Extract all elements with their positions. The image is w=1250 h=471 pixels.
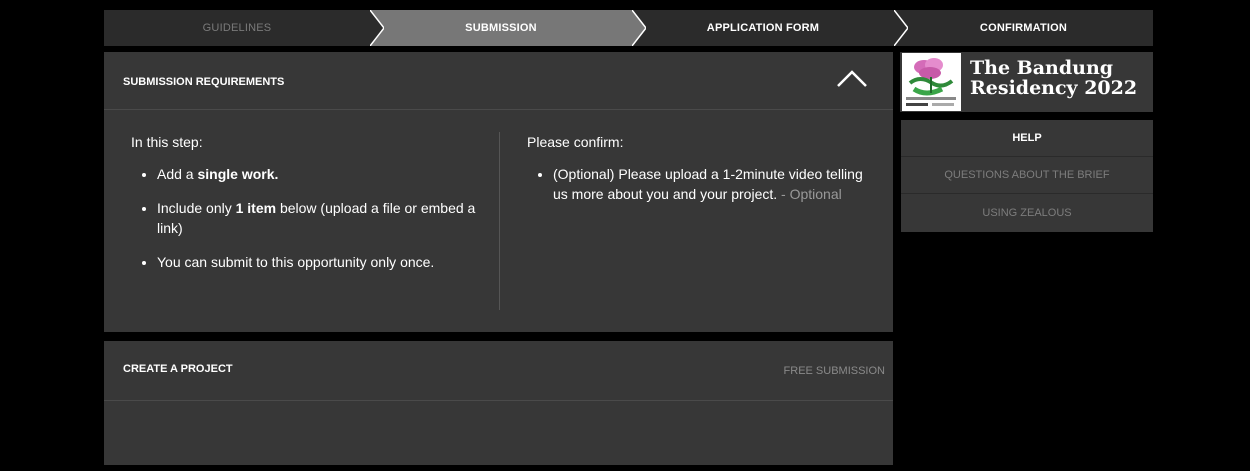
create-project-panel: CREATE A PROJECT FREE SUBMISSION [104,341,893,465]
step-label: GUIDELINES [202,22,272,34]
step-submission[interactable]: SUBMISSION [370,10,646,46]
step-separator-icon [370,10,384,46]
step-guidelines[interactable]: GUIDELINES [104,10,384,46]
help-heading: HELP [901,120,1153,157]
optional-tag: - Optional [777,186,842,202]
requirements-list: Add a single work. Include only 1 item b… [131,164,481,272]
free-submission-badge: FREE SUBMISSION [783,365,885,377]
list-item: You can submit to this opportunity only … [157,252,481,272]
progress-stepper: GUIDELINES SUBMISSION APPLICATION FORM C… [104,10,1153,46]
right-heading: Please confirm: [527,134,624,150]
help-link-using-zealous[interactable]: USING ZEALOUS [901,194,1153,232]
list-item: Include only 1 item below (upload a file… [157,198,481,238]
create-project-title: CREATE A PROJECT [123,363,233,375]
panel-title: SUBMISSION REQUIREMENTS [123,76,285,88]
submission-requirements-panel: SUBMISSION REQUIREMENTS In this step: Ad… [104,52,893,332]
step-confirmation[interactable]: CONFIRMATION [894,10,1153,46]
chevron-up-icon[interactable] [836,68,868,88]
requirements-right-column: Please confirm: (Optional) Please upload… [527,132,867,218]
step-label: CONFIRMATION [979,22,1068,34]
confirm-list: (Optional) Please upload a 1-2minute vid… [527,164,867,204]
column-divider [499,132,500,310]
step-separator-icon [632,10,646,46]
flower-logo-icon [902,53,961,111]
help-link-questions[interactable]: QUESTIONS ABOUT THE BRIEF [901,157,1153,194]
panel-header[interactable]: SUBMISSION REQUIREMENTS [104,52,893,110]
left-heading: In this step: [131,134,203,150]
help-sidebar: HELP QUESTIONS ABOUT THE BRIEF USING ZEA… [901,120,1153,232]
requirements-left-column: In this step: Add a single work. Include… [131,132,481,286]
step-label: APPLICATION FORM [706,22,820,34]
step-application-form[interactable]: APPLICATION FORM [632,10,908,46]
step-separator-icon [894,10,908,46]
brand-title: The Bandung Residency 2022 [970,57,1138,99]
opportunity-brand: The Bandung Residency 2022 [900,52,1153,112]
create-project-header: CREATE A PROJECT FREE SUBMISSION [104,341,893,401]
list-item: (Optional) Please upload a 1-2minute vid… [553,164,867,204]
step-label: SUBMISSION [465,22,537,34]
list-item: Add a single work. [157,164,481,184]
